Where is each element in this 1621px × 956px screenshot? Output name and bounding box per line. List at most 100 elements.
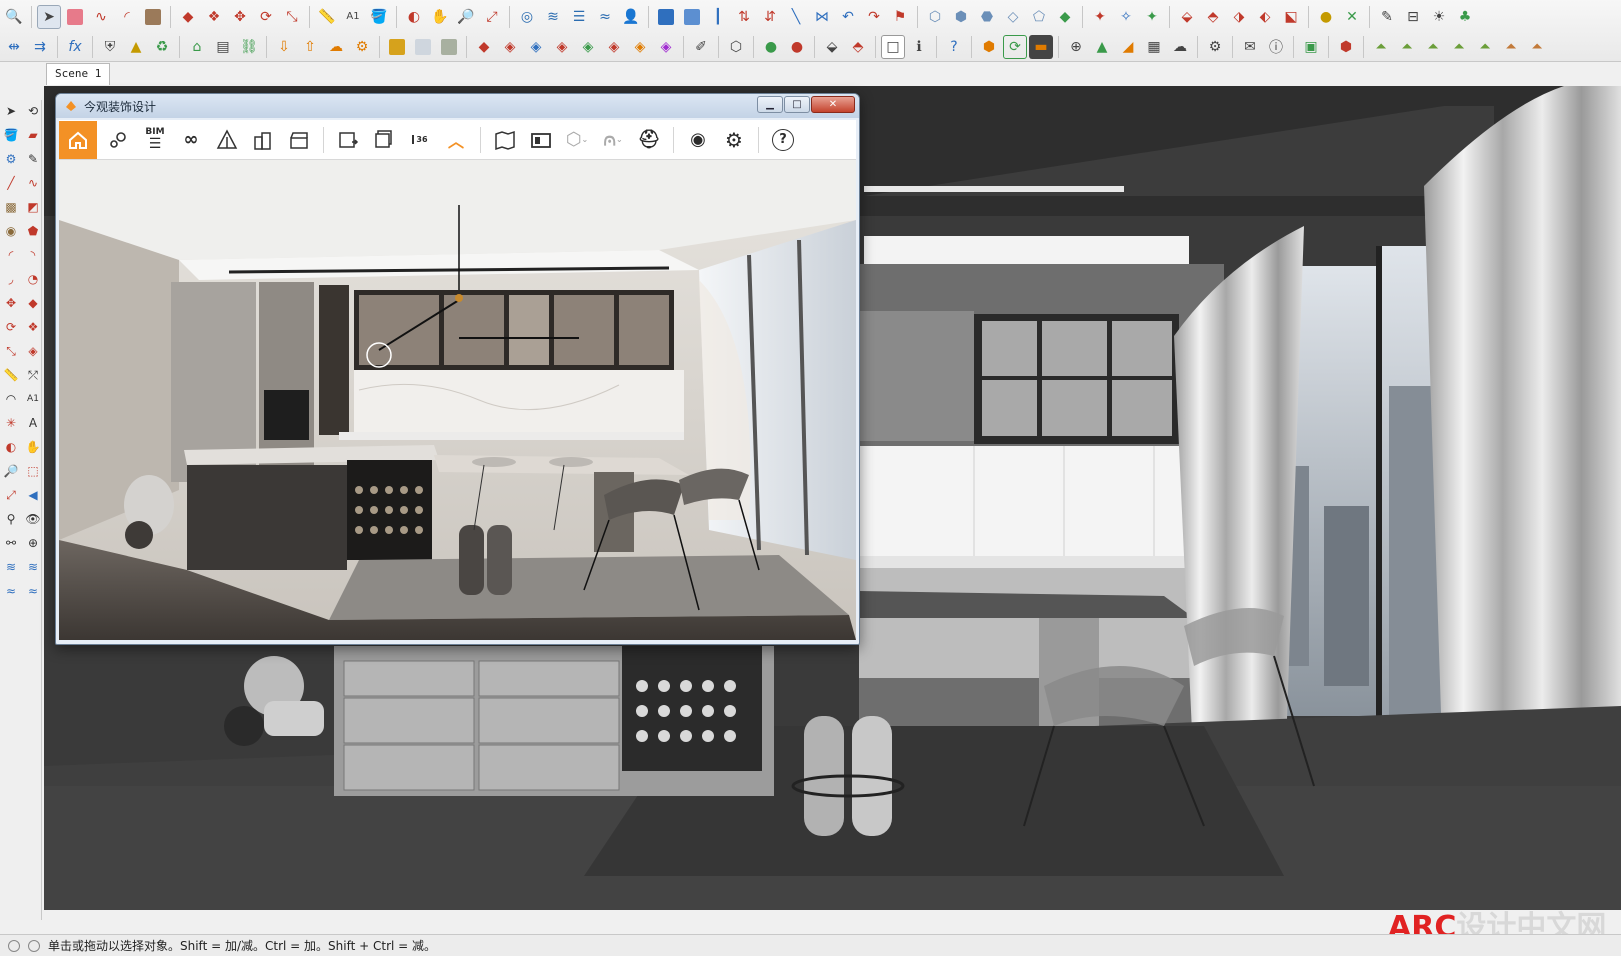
paint-left-icon[interactable]: 🪣 bbox=[2, 126, 20, 144]
cloud-dark-icon[interactable]: ☁ bbox=[1168, 35, 1192, 59]
solid-subtract-icon[interactable]: ◈ bbox=[524, 35, 548, 59]
terrain-f-icon[interactable]: ⏶ bbox=[1499, 35, 1523, 59]
terrain-e-icon[interactable]: ⏶ bbox=[1473, 35, 1497, 59]
mask-button[interactable]: ⛑ bbox=[631, 122, 667, 158]
extents-left-icon[interactable]: ⤢ bbox=[2, 486, 20, 504]
tape-left-icon[interactable]: 📏 bbox=[2, 366, 20, 384]
plugin-left-a-icon[interactable]: ≋ bbox=[2, 558, 20, 576]
axis-icon[interactable]: ┃ bbox=[706, 5, 730, 29]
cube-outline-icon[interactable]: ⬡ bbox=[724, 35, 748, 59]
eraser-icon[interactable] bbox=[63, 5, 87, 29]
tape-measure-icon[interactable]: 📏 bbox=[315, 5, 339, 29]
polygon-left-icon[interactable]: ⬟ bbox=[24, 222, 42, 240]
section-left-icon[interactable]: ⊕ bbox=[24, 534, 42, 552]
arc2-left-icon[interactable]: ◝ bbox=[24, 246, 42, 264]
settings-button[interactable]: ⚙ bbox=[716, 122, 752, 158]
section-icon[interactable]: ⊟ bbox=[1401, 5, 1425, 29]
tree-icon[interactable]: ♣ bbox=[1453, 5, 1477, 29]
freehand-left-icon[interactable]: ∿ bbox=[24, 174, 42, 192]
terrain-g-icon[interactable]: ⏶ bbox=[1525, 35, 1549, 59]
shield-icon[interactable]: ⛨ bbox=[98, 35, 122, 59]
mirror-icon[interactable]: ⇵ bbox=[758, 5, 782, 29]
redo-icon[interactable]: ↷ bbox=[862, 5, 886, 29]
zoom-extents-icon[interactable]: ⤢ bbox=[480, 5, 504, 29]
component-icon[interactable] bbox=[654, 5, 678, 29]
function-icon[interactable]: fx bbox=[63, 35, 87, 59]
tree-plugin-icon[interactable]: ▲ bbox=[1090, 35, 1114, 59]
line-icon[interactable]: ╲ bbox=[784, 5, 808, 29]
arc-icon[interactable]: ◜ bbox=[115, 5, 139, 29]
sun-icon[interactable]: ☀ bbox=[1427, 5, 1451, 29]
intersect-icon[interactable]: ⋈ bbox=[810, 5, 834, 29]
link-icon[interactable]: ⛓ bbox=[237, 35, 261, 59]
iso-view-icon[interactable]: ⬡ bbox=[923, 5, 947, 29]
export-icon[interactable]: ⇧ bbox=[298, 35, 322, 59]
plugin-f-icon[interactable]: ⬗ bbox=[1227, 5, 1251, 29]
add-icon[interactable]: ⊕ bbox=[1064, 35, 1088, 59]
zoom-left-icon[interactable]: 🔎 bbox=[2, 462, 20, 480]
front-view-icon[interactable]: ⬣ bbox=[975, 5, 999, 29]
plugin-c-icon[interactable]: ✦ bbox=[1140, 5, 1164, 29]
undo-icon[interactable]: ↶ bbox=[836, 5, 860, 29]
status-geo-icon[interactable] bbox=[8, 939, 20, 952]
walk-icon[interactable]: ⚯ bbox=[2, 534, 20, 552]
render-panel-icon[interactable]: ▬ bbox=[1029, 34, 1053, 59]
zoom-icon[interactable]: 🔍 bbox=[2, 5, 26, 29]
eraser-left-icon[interactable]: ▰ bbox=[24, 126, 42, 144]
look-around-icon[interactable]: 👁 bbox=[24, 510, 42, 528]
orbit-icon[interactable]: ◐ bbox=[402, 5, 426, 29]
solid-union-icon[interactable]: ◈ bbox=[498, 35, 522, 59]
protractor-left-icon[interactable]: ◠ bbox=[2, 390, 20, 408]
box-yellow-icon[interactable] bbox=[385, 35, 409, 59]
solid-split-icon[interactable]: ◈ bbox=[602, 35, 626, 59]
terrain-c-icon[interactable]: ⏶ bbox=[1421, 35, 1445, 59]
flip-icon[interactable]: ⇅ bbox=[732, 5, 756, 29]
lasso-icon[interactable]: ⟲ bbox=[24, 102, 42, 120]
position-camera-icon[interactable]: ⚲ bbox=[2, 510, 20, 528]
circle-left-icon[interactable]: ◉ bbox=[2, 222, 20, 240]
followme-left-icon[interactable]: ❖ bbox=[24, 318, 42, 336]
pushpull-left-icon[interactable]: ◆ bbox=[24, 294, 42, 312]
zoom-window-left-icon[interactable]: ⬚ bbox=[24, 462, 42, 480]
arc-left-icon[interactable]: ◜ bbox=[2, 246, 20, 264]
status-info-icon[interactable] bbox=[28, 939, 40, 952]
plugin-d-icon[interactable]: ⬙ bbox=[1175, 5, 1199, 29]
model-box-button[interactable]: ⬡ ⌄ bbox=[559, 122, 595, 158]
plugin-left-c-icon[interactable]: ≈ bbox=[2, 582, 20, 600]
minimize-button[interactable]: ▁ bbox=[757, 96, 783, 113]
solid-outer-icon[interactable]: ◈ bbox=[628, 35, 652, 59]
tools-icon[interactable]: ✕ bbox=[1340, 5, 1364, 29]
select-icon[interactable]: ➤ bbox=[2, 102, 20, 120]
info-icon[interactable]: ⓘ bbox=[1264, 35, 1288, 59]
red-dot-icon[interactable]: ● bbox=[785, 35, 809, 59]
curtain-button[interactable]: ⩀ ⌄ bbox=[595, 122, 631, 158]
view-button[interactable]: ◉ bbox=[680, 122, 716, 158]
bim-button[interactable]: BIM ☰ bbox=[137, 122, 173, 158]
gear-plugin-icon[interactable]: ⚙ bbox=[350, 35, 374, 59]
box-orange-icon[interactable]: ⬢ bbox=[977, 35, 1001, 59]
building-button[interactable] bbox=[245, 122, 281, 158]
select-arrow-icon[interactable]: ➤ bbox=[37, 4, 61, 29]
solid-trim-icon[interactable]: ◈ bbox=[576, 35, 600, 59]
zoom-tool-icon[interactable]: 🔎 bbox=[454, 5, 478, 29]
home-plugin-icon[interactable]: ⌂ bbox=[185, 35, 209, 59]
terrain-b-icon[interactable]: ⏶ bbox=[1395, 35, 1419, 59]
components-left-icon[interactable]: ⚙ bbox=[2, 150, 20, 168]
pan-left-icon[interactable]: ✋ bbox=[24, 438, 42, 456]
plugin-g-icon[interactable]: ⬖ bbox=[1253, 5, 1277, 29]
warehouse-icon[interactable]: ◎ bbox=[515, 5, 539, 29]
pie-left-icon[interactable]: ◔ bbox=[24, 270, 42, 288]
cloud-icon[interactable]: ☁ bbox=[324, 35, 348, 59]
extension-icon[interactable]: ≋ bbox=[541, 5, 565, 29]
solid-tool-icon[interactable]: ◆ bbox=[472, 35, 496, 59]
right-view-icon[interactable]: ◇ bbox=[1001, 5, 1025, 29]
prev-left-icon[interactable]: ◀ bbox=[24, 486, 42, 504]
render-export-button[interactable] bbox=[330, 122, 366, 158]
home-button[interactable] bbox=[59, 120, 97, 159]
edit-icon[interactable]: ✐ bbox=[689, 35, 713, 59]
group-icon[interactable] bbox=[680, 5, 704, 29]
map-button[interactable] bbox=[487, 122, 523, 158]
sky-icon[interactable]: ◢ bbox=[1116, 35, 1140, 59]
plugin-left-b-icon[interactable]: ≋ bbox=[24, 558, 42, 576]
material-icon[interactable]: ⬘ bbox=[846, 35, 870, 59]
